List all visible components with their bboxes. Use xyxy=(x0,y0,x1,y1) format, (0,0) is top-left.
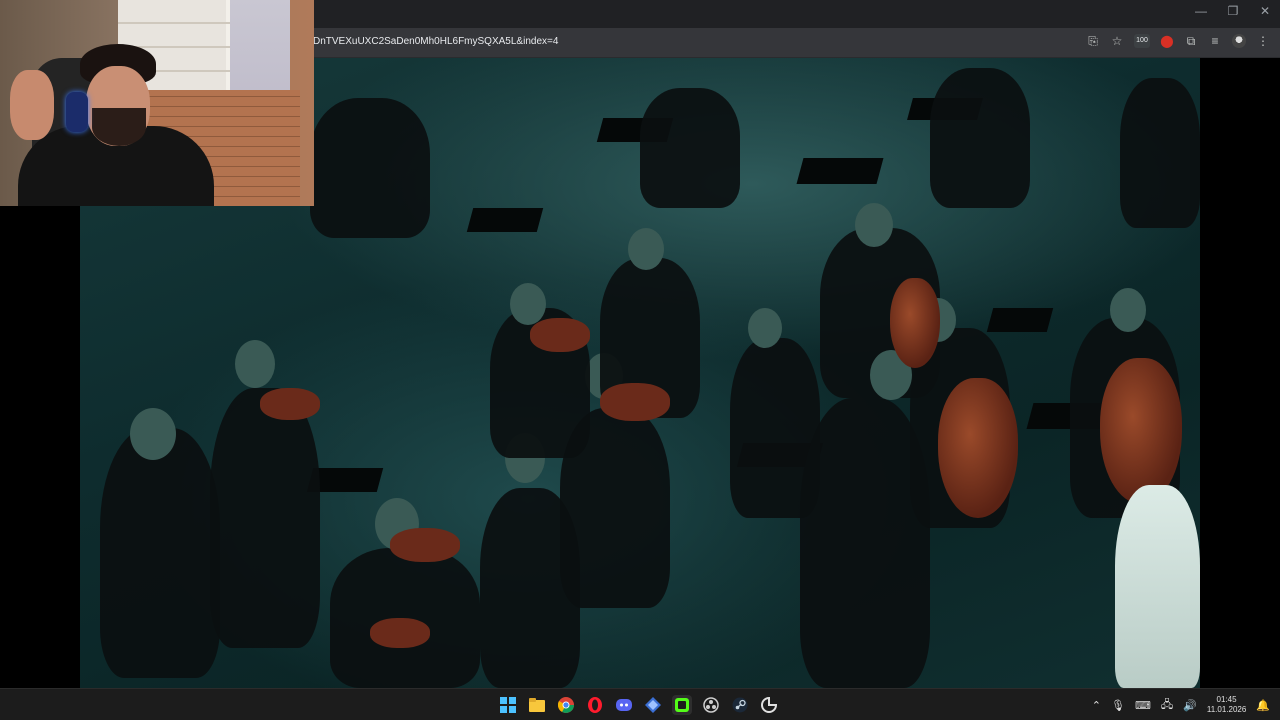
system-tray: ⌃ 🎙 ⌨ 🖧 🔊 01:45 11.01.2026 🔔 xyxy=(1092,689,1270,720)
app-icon[interactable] xyxy=(759,695,779,715)
discord-icon[interactable] xyxy=(614,695,634,715)
musician-head xyxy=(235,340,275,388)
streamer-hand xyxy=(10,70,54,140)
taskbar-apps xyxy=(498,695,779,715)
violin xyxy=(390,528,460,562)
network-icon[interactable]: 🖧 xyxy=(1161,696,1173,715)
media-icon[interactable]: ≡ xyxy=(1208,34,1222,48)
streamer-beard xyxy=(92,108,146,146)
violin xyxy=(260,388,320,420)
menu-icon[interactable]: ⋮ xyxy=(1256,34,1270,48)
microphone-icon[interactable]: 🎙 xyxy=(1111,699,1125,712)
chevron-up-icon[interactable]: ⌃ xyxy=(1092,699,1101,712)
extension-100-icon[interactable]: 100 xyxy=(1134,34,1150,48)
address-bar-url[interactable]: DnTVEXuUXC2SaDen0Mh0HL6FmySQXA5L&index=4 xyxy=(313,36,558,47)
musician xyxy=(1120,78,1200,228)
musician-head xyxy=(855,203,893,247)
music-stand xyxy=(466,208,544,232)
windows-start-icon[interactable] xyxy=(498,695,518,715)
musician xyxy=(640,88,740,208)
musician-head xyxy=(130,408,176,460)
webcam-overlay xyxy=(0,0,314,206)
clock[interactable]: 01:45 11.01.2026 xyxy=(1207,695,1246,715)
headphones xyxy=(66,92,88,132)
taskbar: ⌃ 🎙 ⌨ 🖧 🔊 01:45 11.01.2026 🔔 xyxy=(0,688,1280,720)
notification-bell-icon[interactable]: 🔔 xyxy=(1256,699,1270,712)
violin xyxy=(530,318,590,352)
musician xyxy=(310,98,430,238)
music-stand xyxy=(796,158,884,184)
violin xyxy=(370,618,430,648)
obs-icon[interactable] xyxy=(701,695,721,715)
clock-time: 01:45 xyxy=(1216,695,1237,704)
cello xyxy=(1100,358,1182,504)
music-stand xyxy=(986,308,1054,332)
singer-figure xyxy=(1115,485,1200,688)
musician-head xyxy=(748,308,782,348)
steam-icon[interactable] xyxy=(730,695,750,715)
chrome-icon[interactable] xyxy=(556,695,576,715)
minimize-button[interactable]: — xyxy=(1194,4,1208,18)
streaming-app-icon[interactable] xyxy=(672,695,692,715)
cello xyxy=(938,378,1018,518)
musician-head xyxy=(1110,288,1146,332)
toolbar-icons: ⎘ ☆ 100 ⬤ ⧉ ≡ ⋮ xyxy=(1086,34,1270,48)
keyboard-icon[interactable]: ⌨ xyxy=(1135,699,1151,712)
maximize-button[interactable]: ❐ xyxy=(1226,4,1240,18)
window-controls: — ❐ ✕ xyxy=(1194,4,1272,18)
musician-head xyxy=(628,228,664,270)
volume-icon[interactable]: 🔊 xyxy=(1183,699,1197,712)
musician xyxy=(210,388,320,648)
musician xyxy=(930,68,1030,208)
opera-icon[interactable] xyxy=(585,695,605,715)
shelf-row xyxy=(118,22,230,24)
network-app-icon[interactable] xyxy=(643,695,663,715)
desktop-screen: — ❐ ✕ DnTVEXuUXC2SaDen0Mh0HL6FmySQXA5L&i… xyxy=(0,0,1280,720)
extensions-icon[interactable]: ⧉ xyxy=(1184,34,1198,48)
profile-avatar-icon[interactable] xyxy=(1232,34,1246,48)
share-icon[interactable]: ⎘ xyxy=(1086,34,1100,48)
clock-date: 11.01.2026 xyxy=(1206,705,1247,714)
musician xyxy=(100,428,220,678)
record-icon[interactable]: ⬤ xyxy=(1160,34,1174,48)
star-icon[interactable]: ☆ xyxy=(1110,34,1124,48)
file-explorer-icon[interactable] xyxy=(527,695,547,715)
musician-head xyxy=(510,283,546,325)
violin xyxy=(600,383,670,421)
close-button[interactable]: ✕ xyxy=(1258,4,1272,18)
cello xyxy=(890,278,940,368)
